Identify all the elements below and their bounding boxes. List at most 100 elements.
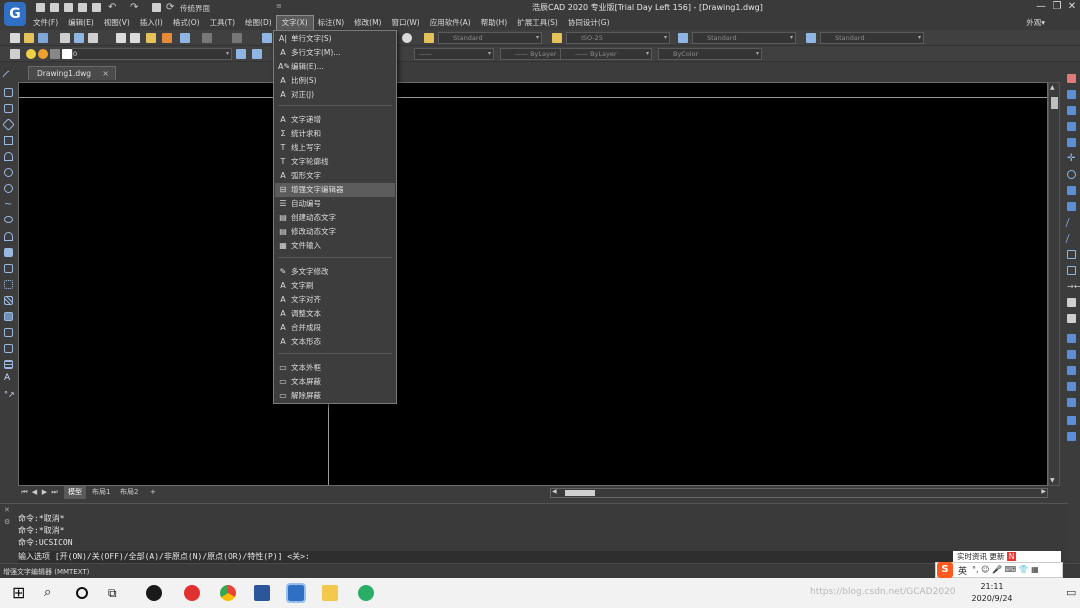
color-combo[interactable]: —— ▾ xyxy=(414,48,494,60)
menu-dimension[interactable]: 标注(N) xyxy=(313,16,349,30)
layer-manager-icon[interactable] xyxy=(10,49,20,59)
first-layout-icon[interactable]: ⏮ xyxy=(20,488,29,497)
mirror-tool-icon[interactable] xyxy=(1067,106,1076,115)
undo-icon[interactable]: ↶ xyxy=(108,3,117,13)
menu-item-text-scale[interactable]: A 比例(S) xyxy=(275,74,395,88)
scroll-left-icon[interactable]: ◀ xyxy=(552,488,557,495)
region-tool-icon[interactable] xyxy=(4,328,13,337)
scroll-right-icon[interactable]: ▶ xyxy=(1041,488,1046,495)
ime-language-toggle[interactable]: 英 xyxy=(958,564,967,577)
menu-item-sum[interactable]: Σ 统计求和 xyxy=(275,127,395,141)
gstarcad-tray-icon[interactable] xyxy=(184,585,200,601)
stretch-tool-icon[interactable] xyxy=(1067,202,1076,211)
copy-tool-icon[interactable] xyxy=(1067,90,1076,99)
rotate-tool-icon[interactable] xyxy=(1067,170,1076,179)
close-window-button[interactable]: ✕ xyxy=(1065,0,1079,14)
mtext-tool-icon[interactable]: A xyxy=(4,374,13,383)
app-logo-icon[interactable]: G xyxy=(4,2,26,26)
table-style-icon[interactable] xyxy=(678,33,688,43)
close-tab-icon[interactable]: × xyxy=(102,67,109,80)
menu-item-text-mask[interactable]: ▭ 文本屏蔽 xyxy=(275,375,395,389)
break-tool-icon[interactable] xyxy=(1067,266,1076,275)
last-layout-icon[interactable]: ⏭ xyxy=(50,488,59,497)
command-input[interactable]: 输入选项 [开(ON)/关(OFF)/全部(A)/非原点(N)/原点(OR)/特… xyxy=(18,551,1058,563)
menu-draw[interactable]: 绘图(D) xyxy=(240,16,277,30)
redo-icon[interactable] xyxy=(232,33,242,43)
menu-item-unmask[interactable]: ▭ 解除屏蔽 xyxy=(275,389,395,403)
lineweight-combo[interactable]: —— ByLayer ▾ xyxy=(560,48,652,60)
horizontal-scrollbar[interactable]: ◀ ▶ xyxy=(550,488,1048,498)
menu-help[interactable]: 帮助(H) xyxy=(476,16,513,30)
ellipse-arc-tool-icon[interactable] xyxy=(4,232,13,241)
menu-item-text-frame[interactable]: ▭ 文本外框 xyxy=(275,361,395,375)
ellipse-tool-icon[interactable] xyxy=(4,216,13,223)
break-at-point-icon[interactable] xyxy=(1067,250,1076,259)
multileader-style-combo[interactable]: Standard ▾ xyxy=(820,32,924,44)
system-clock[interactable]: 21:11 2020/9/24 xyxy=(962,581,1022,605)
block-editor-icon[interactable] xyxy=(180,33,190,43)
new-icon[interactable] xyxy=(10,33,20,43)
plotstyle-combo[interactable]: ByColor ▾ xyxy=(658,48,762,60)
insert-block-icon[interactable] xyxy=(4,248,13,257)
notification-icon[interactable]: ▭ xyxy=(1066,586,1076,599)
menu-item-edit-text[interactable]: A✎ 编辑(E)... xyxy=(275,60,395,74)
menu-item-auto-number[interactable]: ☰ 自动编号 xyxy=(275,197,395,211)
draw-order-below-icon[interactable] xyxy=(1067,398,1076,407)
menu-item-text-increment[interactable]: A 文字递增 xyxy=(275,113,395,127)
polyline-tool-icon[interactable] xyxy=(4,104,13,113)
table-tool-icon[interactable] xyxy=(4,360,13,369)
vertical-scrollbar[interactable]: ▲ ▼ xyxy=(1048,82,1060,486)
tab-add-layout[interactable]: + xyxy=(146,486,160,499)
print-icon[interactable] xyxy=(60,33,70,43)
polygon-tool-icon[interactable] xyxy=(2,118,15,131)
text-style-icon[interactable] xyxy=(424,33,434,43)
prev-layout-icon[interactable]: ◀ xyxy=(30,488,39,497)
rectangle-tool-icon[interactable] xyxy=(4,136,13,145)
array-tool-icon[interactable] xyxy=(1067,138,1076,147)
explode-tool-icon[interactable] xyxy=(1067,334,1076,343)
menu-item-mtext[interactable]: A 多行文字(M)... xyxy=(275,46,395,60)
save-icon[interactable] xyxy=(64,3,73,12)
publish-icon[interactable] xyxy=(88,33,98,43)
wipeout-tool-icon[interactable] xyxy=(4,344,13,353)
restore-button[interactable]: ❐ xyxy=(1050,0,1064,14)
layer-combo[interactable]: 0 ▾ xyxy=(72,48,232,60)
make-current-layer-icon[interactable] xyxy=(236,49,246,59)
menu-item-text-brush[interactable]: A 文字刷 xyxy=(275,279,395,293)
fillet-tool-icon[interactable] xyxy=(1067,314,1076,323)
move-tool-icon[interactable]: ✛ xyxy=(1067,154,1076,164)
pan-icon[interactable] xyxy=(262,33,272,43)
sogou-ime-icon[interactable]: S xyxy=(937,562,953,578)
menu-insert[interactable]: 插入(I) xyxy=(135,16,168,30)
word-icon[interactable] xyxy=(254,585,270,601)
menu-item-arc-text[interactable]: A 弧形文字 xyxy=(275,169,395,183)
menu-item-single-line-text[interactable]: A| 单行文字(S) xyxy=(275,32,395,46)
quick-access-dropdown[interactable]: ≡ xyxy=(276,2,282,10)
windows-start-icon[interactable]: ⊞ xyxy=(12,585,28,601)
app-pinned-icon[interactable] xyxy=(146,585,162,601)
join-tool-icon[interactable]: →← xyxy=(1067,282,1080,291)
undo-icon[interactable] xyxy=(202,33,212,43)
layer-on-icon[interactable] xyxy=(26,49,36,59)
layer-lock-icon[interactable] xyxy=(50,49,60,59)
point-tool-icon[interactable] xyxy=(4,280,13,289)
minimize-button[interactable]: — xyxy=(1034,0,1048,14)
menu-item-file-import[interactable]: ▦ 文件输入 xyxy=(275,239,395,253)
open-file-icon[interactable] xyxy=(50,3,59,12)
task-view-icon[interactable]: ⧉ xyxy=(108,585,124,601)
tab-model[interactable]: 模型 xyxy=(64,486,86,499)
trim-tool-icon[interactable] xyxy=(1065,218,1078,227)
menu-item-enhanced-text-editor[interactable]: ⊟ 增强文字编辑器 xyxy=(275,183,395,197)
file-explorer-icon[interactable] xyxy=(322,585,338,601)
menu-modify[interactable]: 修改(M) xyxy=(349,16,386,30)
chrome-icon[interactable] xyxy=(220,585,236,601)
menu-view[interactable]: 视图(V) xyxy=(99,16,135,30)
hatch-tool-icon[interactable] xyxy=(4,296,13,305)
table-style-combo[interactable]: Standard ▾ xyxy=(692,32,796,44)
xline-tool-icon[interactable] xyxy=(4,88,13,97)
cut-icon[interactable] xyxy=(116,33,126,43)
appearance-menu[interactable]: 外观▾ xyxy=(1021,16,1050,30)
search-icon[interactable]: ⌕ xyxy=(44,585,60,601)
menu-item-multi-text-modify[interactable]: ✎ 多文字修改 xyxy=(275,265,395,279)
hatch-to-back-icon[interactable] xyxy=(1067,432,1076,441)
